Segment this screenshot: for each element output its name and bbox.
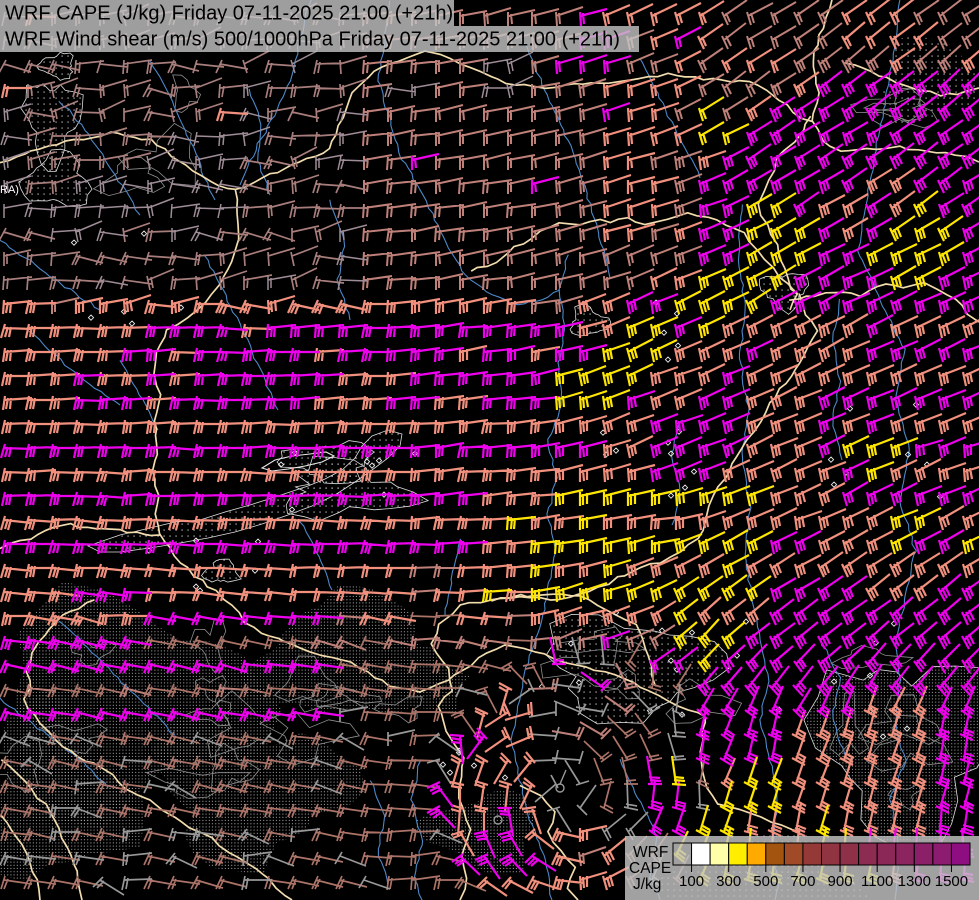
svg-text:1500: 1500 (935, 873, 968, 890)
svg-text:900: 900 (828, 873, 853, 890)
svg-text:RA): RA) (0, 184, 19, 196)
svg-text:1300: 1300 (898, 873, 931, 890)
svg-text:CAPE: CAPE (629, 860, 671, 877)
svg-text:WRF Wind shear (m/s) 500/1000h: WRF Wind shear (m/s) 500/1000hPa Friday … (5, 29, 620, 51)
svg-text:1100: 1100 (861, 873, 893, 890)
svg-text:WRF CAPE (J/kg) Friday 07-11-2: WRF CAPE (J/kg) Friday 07-11-2025 21:00 … (5, 3, 453, 25)
svg-text:J/kg: J/kg (633, 876, 661, 893)
svg-text:WRF: WRF (633, 844, 668, 861)
svg-text:500: 500 (753, 873, 778, 890)
svg-text:700: 700 (790, 873, 815, 890)
svg-text:100: 100 (679, 873, 704, 890)
svg-text:300: 300 (716, 873, 741, 890)
